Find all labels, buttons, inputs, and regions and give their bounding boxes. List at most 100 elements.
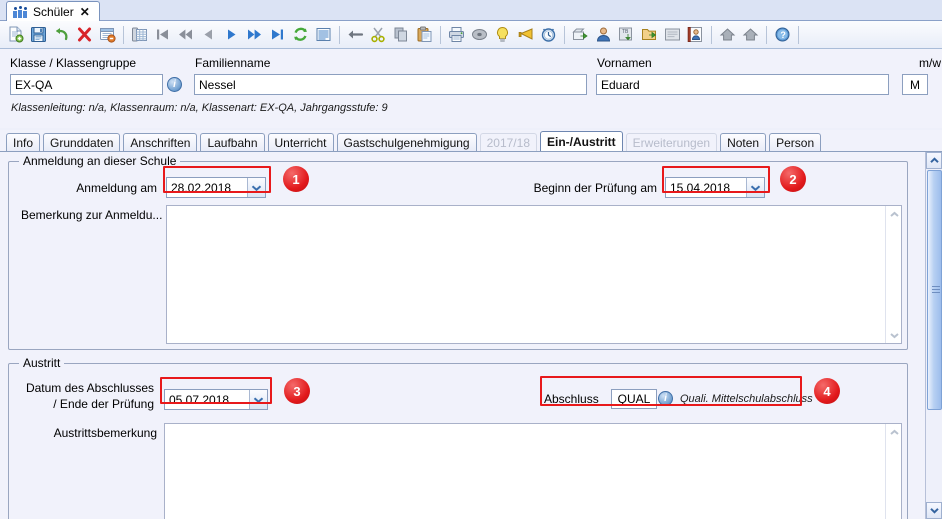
tab-schuljahr-2017-18: 2017/18 — [479, 133, 537, 152]
chevron-down-icon[interactable] — [926, 502, 942, 519]
save-button[interactable] — [28, 24, 49, 45]
toolbar-separator — [440, 25, 441, 44]
tab-label: Erweiterungen — [632, 136, 711, 150]
tab-grunddaten[interactable]: Grunddaten — [43, 133, 121, 152]
disc-button[interactable] — [469, 24, 490, 45]
home-button[interactable] — [717, 24, 738, 45]
close-icon[interactable]: ✕ — [79, 6, 91, 18]
prev-page-button[interactable] — [175, 24, 196, 45]
folder-export-button[interactable] — [639, 24, 660, 45]
gender-label: m/w — [919, 56, 941, 70]
tab-label: Laufbahn — [207, 136, 258, 150]
tab-person[interactable]: Person — [769, 133, 822, 152]
info-icon[interactable]: i — [167, 77, 182, 92]
info-icon[interactable]: i — [658, 391, 673, 406]
chevron-down-icon[interactable] — [249, 390, 267, 409]
tab-label: Ein-/Austritt — [547, 135, 616, 149]
announce-button[interactable] — [515, 24, 536, 45]
austrittsbemerkung-textarea[interactable] — [164, 423, 902, 519]
abschluss-datum-value: 05.07.2018 — [169, 392, 230, 407]
next-page-button[interactable] — [244, 24, 265, 45]
tab-ein-austritt[interactable]: Ein-/Austritt — [540, 131, 623, 152]
notes-button[interactable] — [662, 24, 683, 45]
familienname-field[interactable]: Nessel — [194, 74, 587, 95]
chevron-down-icon[interactable] — [247, 178, 265, 197]
vornamen-field[interactable]: Eduard — [596, 74, 889, 95]
textarea-scrollbar[interactable] — [885, 424, 901, 519]
paste-button[interactable] — [414, 24, 435, 45]
abschluss-code-field[interactable]: QUAL — [611, 389, 657, 409]
window-tab-strip: Schüler ✕ — [0, 0, 942, 22]
record-header: Klasse / Klassengruppe EX-QA i Familienn… — [0, 49, 942, 128]
abschluss-datum-field[interactable]: 05.07.2018 — [164, 389, 268, 410]
help-button[interactable]: ? — [772, 24, 793, 45]
new-record-button[interactable] — [5, 24, 26, 45]
school-button[interactable] — [740, 24, 761, 45]
chevron-down-icon[interactable] — [746, 178, 764, 197]
klasse-field[interactable]: EX-QA — [10, 74, 163, 95]
tab-gastschulgenehmigung[interactable]: Gastschulgenehmigung — [336, 133, 477, 152]
back-button[interactable] — [345, 24, 366, 45]
document-tab-schueler[interactable]: Schüler ✕ — [6, 1, 100, 22]
tab-info[interactable]: Info — [6, 133, 41, 152]
addressbook-button[interactable] — [685, 24, 706, 45]
austritt-groupbox: Austritt Datum des Abschlusses / Ende de… — [8, 356, 908, 519]
chevron-up-icon[interactable] — [886, 424, 901, 440]
content-vertical-scrollbar[interactable] — [925, 152, 942, 519]
abschluss-description: Quali. Mittelschulabschluss — [680, 393, 813, 405]
tab-label: Info — [13, 136, 34, 150]
user-button[interactable] — [593, 24, 614, 45]
close-record-button[interactable] — [97, 24, 118, 45]
list-button[interactable] — [313, 24, 334, 45]
undo-button[interactable] — [51, 24, 72, 45]
next-record-button[interactable] — [221, 24, 242, 45]
annotation-badge-4: 4 — [814, 378, 840, 404]
chevron-up-icon[interactable] — [886, 206, 901, 222]
tab-noten[interactable]: Noten — [720, 133, 767, 152]
grip-icon — [932, 286, 940, 294]
scrollbar-thumb[interactable] — [927, 170, 942, 410]
pruefung-beginn-label: Beginn der Prüfung am — [533, 181, 657, 195]
delete-button[interactable] — [74, 24, 95, 45]
austrittsbemerkung-label: Austrittsbemerkung — [53, 426, 157, 440]
class-details-text: Klassenleitung: n/a, Klassenraum: n/a, K… — [11, 102, 388, 114]
anmeldung-am-field[interactable]: 28.02.2018 — [166, 177, 266, 198]
refresh-button[interactable] — [290, 24, 311, 45]
abschluss-label: Abschluss — [544, 392, 599, 406]
chevron-up-icon[interactable] — [926, 152, 942, 169]
pruefung-beginn-value: 15.04.2018 — [670, 180, 731, 195]
tab-anschriften[interactable]: Anschriften — [123, 133, 198, 152]
toolbar-separator — [711, 25, 712, 44]
chevron-down-icon[interactable] — [886, 327, 901, 343]
application-window: Schüler ✕ TB ? Klasse / Klassengruppe EX… — [0, 0, 942, 519]
copy-button[interactable] — [391, 24, 412, 45]
list-view-button[interactable] — [129, 24, 150, 45]
hint-button[interactable] — [492, 24, 513, 45]
tab-content-ein-austritt: Anmeldung an dieser Schule Anmeldung am … — [0, 151, 942, 519]
toolbar-separator — [123, 25, 124, 44]
people-icon — [13, 5, 28, 19]
gender-field[interactable]: M — [902, 74, 928, 95]
klasse-label: Klasse / Klassengruppe — [10, 56, 137, 70]
textarea-scrollbar[interactable] — [885, 206, 901, 343]
tab-unterricht[interactable]: Unterricht — [267, 133, 334, 152]
export-button[interactable] — [570, 24, 591, 45]
bemerkung-anmeldung-textarea[interactable] — [166, 205, 902, 344]
alarm-button[interactable] — [538, 24, 559, 45]
first-record-button[interactable] — [152, 24, 173, 45]
prev-record-button[interactable] — [198, 24, 219, 45]
toolbar-separator — [766, 25, 767, 44]
document-tab-label: Schüler — [33, 5, 74, 19]
last-record-button[interactable] — [267, 24, 288, 45]
tab-label: Grunddaten — [50, 136, 114, 150]
main-toolbar: TB ? — [0, 21, 942, 49]
familienname-label: Familienname — [195, 56, 271, 70]
tab-laufbahn[interactable]: Laufbahn — [200, 133, 265, 152]
abschluss-datum-label-line1: Datum des Abschlusses — [25, 381, 154, 395]
print-button[interactable] — [446, 24, 467, 45]
cut-button[interactable] — [368, 24, 389, 45]
transfer-button[interactable]: TB — [616, 24, 637, 45]
tab-label: Person — [776, 136, 815, 150]
svg-text:?: ? — [780, 30, 786, 40]
pruefung-beginn-field[interactable]: 15.04.2018 — [665, 177, 765, 198]
